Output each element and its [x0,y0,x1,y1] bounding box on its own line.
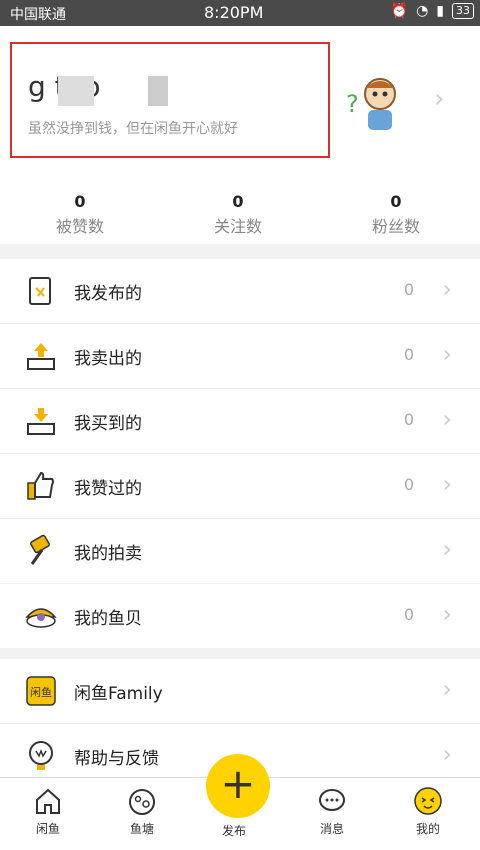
menu-label: 我买到的 [74,414,142,434]
tab-me[interactable]: 我的 [388,786,468,837]
stat-value: 0 [74,192,86,211]
menu-count: 0 [403,280,414,299]
menu-label: 我的鱼贝 [74,609,142,629]
menu-item-published[interactable]: 我发布的 0 › [0,259,480,324]
menu-count: 0 [403,605,414,624]
menu-count: 0 [403,475,414,494]
menu-item-auction[interactable]: 我的拍卖 › [0,519,480,584]
chevron-right-icon: › [442,470,452,498]
me-face-icon [414,787,442,815]
menu-label: 闲鱼Family [74,684,163,704]
help-bulb-icon [29,741,53,770]
thumbs-up-icon [27,471,54,500]
highlight-box [10,42,330,158]
svg-text:?: ? [346,90,359,118]
menu-item-family[interactable]: 闲鱼 闲鱼Family › [0,659,480,724]
svg-text:闲鱼: 闲鱼 [30,685,52,699]
shell-icon [25,608,57,628]
box-out-icon [27,343,55,370]
carrier-label: 中国联通 [10,7,66,23]
stat-label: 关注数 [213,217,262,236]
stat-followers[interactable]: 0 粉丝数 [316,192,476,237]
stat-label: 粉丝数 [371,217,420,236]
publish-button[interactable]: + [206,754,270,818]
alarm-icon: ⏰ [390,3,409,19]
battery-indicator: 33 [452,3,474,19]
signal-icon: ▮ [436,3,444,19]
chevron-right-icon: › [442,405,452,433]
chevron-right-icon: › [442,740,452,768]
chevron-right-icon: › [434,84,445,114]
status-icons: ⏰ ◔ ▮ 33 [391,3,474,19]
tab-messages[interactable]: 消息 [292,786,372,837]
stat-following[interactable]: 0 关注数 [158,192,318,237]
menu-count: 0 [403,410,414,429]
chevron-right-icon: › [442,535,452,563]
stat-value: 0 [232,192,244,211]
chevron-right-icon: › [442,675,452,703]
menu-item-sold[interactable]: 我卖出的 0 › [0,324,480,389]
menu-label: 我的拍卖 [74,544,142,564]
clock: 8:20PM [204,3,264,22]
box-in-icon [27,408,55,435]
profile-header[interactable]: g tuo 虽然没挣到钱，但在闲鱼开心就好 ? › [0,26,480,166]
wifi-icon: ◔ [416,3,429,19]
home-icon [36,788,60,814]
stat-value: 0 [390,192,402,211]
menu-item-shells[interactable]: 我的鱼贝 0 › [0,584,480,648]
publish-label: 发布 [222,824,247,838]
tab-pond[interactable]: 鱼塘 [102,786,182,837]
menu-label: 我发布的 [74,284,142,304]
tab-label: 闲鱼 [35,822,60,836]
menu-label: 帮助与反馈 [74,749,159,769]
stats-bar: 0 被赞数 0 关注数 0 粉丝数 [0,166,480,244]
chevron-right-icon: › [442,600,452,628]
publish-doc-icon [29,277,51,305]
menu-item-bought[interactable]: 我买到的 0 › [0,389,480,454]
tab-label: 消息 [319,822,344,836]
stat-label: 被赞数 [55,217,104,236]
menu-label: 我赞过的 [74,479,142,499]
chevron-right-icon: › [442,340,452,368]
message-icon [319,789,345,811]
tab-label: 我的 [415,822,440,836]
activity-menu: 我发布的 0 › 我卖出的 0 › 我买到的 0 › 我赞过的 0 › 我的拍卖… [0,259,480,648]
pond-icon [129,789,155,815]
avatar[interactable]: ? [346,72,406,134]
plus-icon: + [220,759,256,808]
tab-home[interactable]: 闲鱼 [8,786,88,837]
menu-item-liked[interactable]: 我赞过的 0 › [0,454,480,519]
status-bar: 中国联通 8:20PM ⏰ ◔ ▮ 33 [0,0,480,26]
auction-hammer-icon [30,534,50,565]
menu-label: 我卖出的 [74,349,142,369]
chevron-right-icon: › [442,275,452,303]
family-icon: 闲鱼 [26,676,56,706]
menu-count: 0 [403,345,414,364]
stat-likes[interactable]: 0 被赞数 [0,192,160,237]
tab-label: 鱼塘 [129,822,154,836]
